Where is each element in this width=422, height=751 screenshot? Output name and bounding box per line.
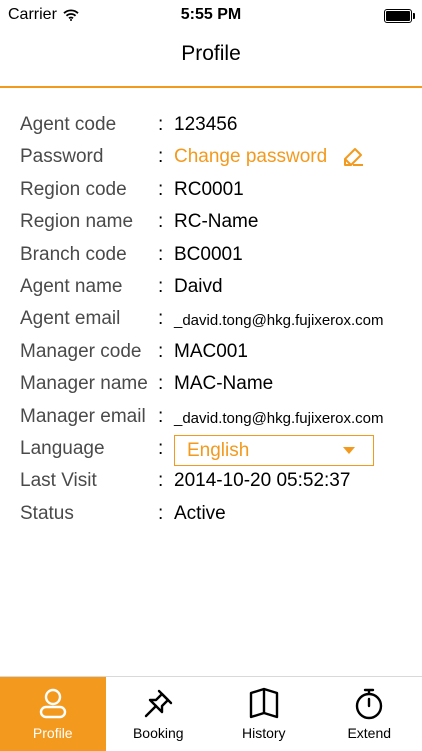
branch-code-value: BC0001 bbox=[174, 244, 243, 266]
colon: : bbox=[158, 211, 163, 233]
colon: : bbox=[158, 114, 163, 136]
tab-booking[interactable]: Booking bbox=[106, 677, 212, 751]
pen-edit-icon[interactable] bbox=[341, 147, 365, 167]
pushpin-icon bbox=[141, 687, 175, 721]
agent-email-label: Agent email bbox=[20, 308, 120, 330]
tab-profile[interactable]: Profile bbox=[0, 677, 106, 751]
manager-code-value: MAC001 bbox=[174, 341, 248, 363]
change-password-link[interactable]: Change password bbox=[174, 146, 365, 168]
manager-name-value: MAC-Name bbox=[174, 373, 273, 395]
agent-email-value: _david.tong@hkg.fujixerox.com bbox=[174, 312, 384, 329]
agent-code-value: 123456 bbox=[174, 114, 237, 136]
row-agent-code: Agent code : 123456 bbox=[0, 110, 422, 142]
agent-name-value: Daivd bbox=[174, 276, 223, 298]
status-value: Active bbox=[174, 503, 226, 525]
manager-code-label: Manager code bbox=[20, 341, 141, 363]
colon: : bbox=[158, 276, 163, 298]
branch-code-label: Branch code bbox=[20, 244, 127, 266]
row-agent-name: Agent name : Daivd bbox=[0, 272, 422, 304]
colon: : bbox=[158, 308, 163, 330]
page-title: Profile bbox=[0, 42, 422, 66]
colon: : bbox=[158, 179, 163, 201]
password-label: Password bbox=[20, 146, 103, 168]
status-time: 5:55 PM bbox=[0, 6, 422, 24]
region-code-value: RC0001 bbox=[174, 179, 244, 201]
person-icon bbox=[36, 687, 70, 721]
profile-details: Agent code : 123456 Password : Change pa… bbox=[0, 110, 422, 531]
tab-extend-label: Extend bbox=[317, 725, 422, 741]
row-region-code: Region code : RC0001 bbox=[0, 175, 422, 207]
tab-bar: Profile Booking History bbox=[0, 676, 422, 751]
agent-code-label: Agent code bbox=[20, 114, 116, 136]
language-select[interactable]: English bbox=[174, 435, 374, 466]
colon: : bbox=[158, 406, 163, 428]
row-manager-email: Manager email : _david.tong@hkg.fujixero… bbox=[0, 402, 422, 434]
row-manager-code: Manager code : MAC001 bbox=[0, 337, 422, 369]
row-language: Language : English bbox=[0, 434, 422, 466]
status-label: Status bbox=[20, 503, 74, 525]
language-selected-value: English bbox=[187, 440, 249, 462]
stopwatch-icon bbox=[352, 687, 386, 721]
change-password-text: Change password bbox=[174, 146, 327, 168]
language-label: Language bbox=[20, 438, 105, 460]
tab-profile-label: Profile bbox=[0, 725, 106, 741]
battery-icon bbox=[384, 9, 412, 23]
tab-extend[interactable]: Extend bbox=[317, 677, 422, 751]
colon: : bbox=[158, 146, 163, 168]
row-manager-name: Manager name : MAC-Name bbox=[0, 369, 422, 401]
row-status: Status : Active bbox=[0, 499, 422, 531]
tab-history[interactable]: History bbox=[211, 677, 317, 751]
status-bar: Carrier 5:55 PM bbox=[0, 0, 422, 32]
last-visit-label: Last Visit bbox=[20, 470, 97, 492]
manager-name-label: Manager name bbox=[20, 373, 148, 395]
row-branch-code: Branch code : BC0001 bbox=[0, 240, 422, 272]
colon: : bbox=[158, 503, 163, 525]
row-agent-email: Agent email : _david.tong@hkg.fujixerox.… bbox=[0, 304, 422, 336]
manager-email-label: Manager email bbox=[20, 406, 146, 428]
tab-history-label: History bbox=[211, 725, 317, 741]
row-last-visit: Last Visit : 2014-10-20 05:52:37 bbox=[0, 466, 422, 498]
book-icon bbox=[247, 687, 281, 721]
colon: : bbox=[158, 373, 163, 395]
last-visit-value: 2014-10-20 05:52:37 bbox=[174, 470, 350, 492]
row-password: Password : Change password bbox=[0, 142, 422, 174]
row-region-name: Region name : RC-Name bbox=[0, 207, 422, 239]
region-name-value: RC-Name bbox=[174, 211, 258, 233]
region-name-label: Region name bbox=[20, 211, 133, 233]
colon: : bbox=[158, 470, 163, 492]
manager-email-value: _david.tong@hkg.fujixerox.com bbox=[174, 410, 384, 427]
colon: : bbox=[158, 244, 163, 266]
navigation-bar: Profile bbox=[0, 32, 422, 88]
colon: : bbox=[158, 341, 163, 363]
colon: : bbox=[158, 438, 163, 460]
region-code-label: Region code bbox=[20, 179, 127, 201]
tab-booking-label: Booking bbox=[106, 725, 212, 741]
caret-down-icon bbox=[343, 447, 355, 454]
agent-name-label: Agent name bbox=[20, 276, 122, 298]
